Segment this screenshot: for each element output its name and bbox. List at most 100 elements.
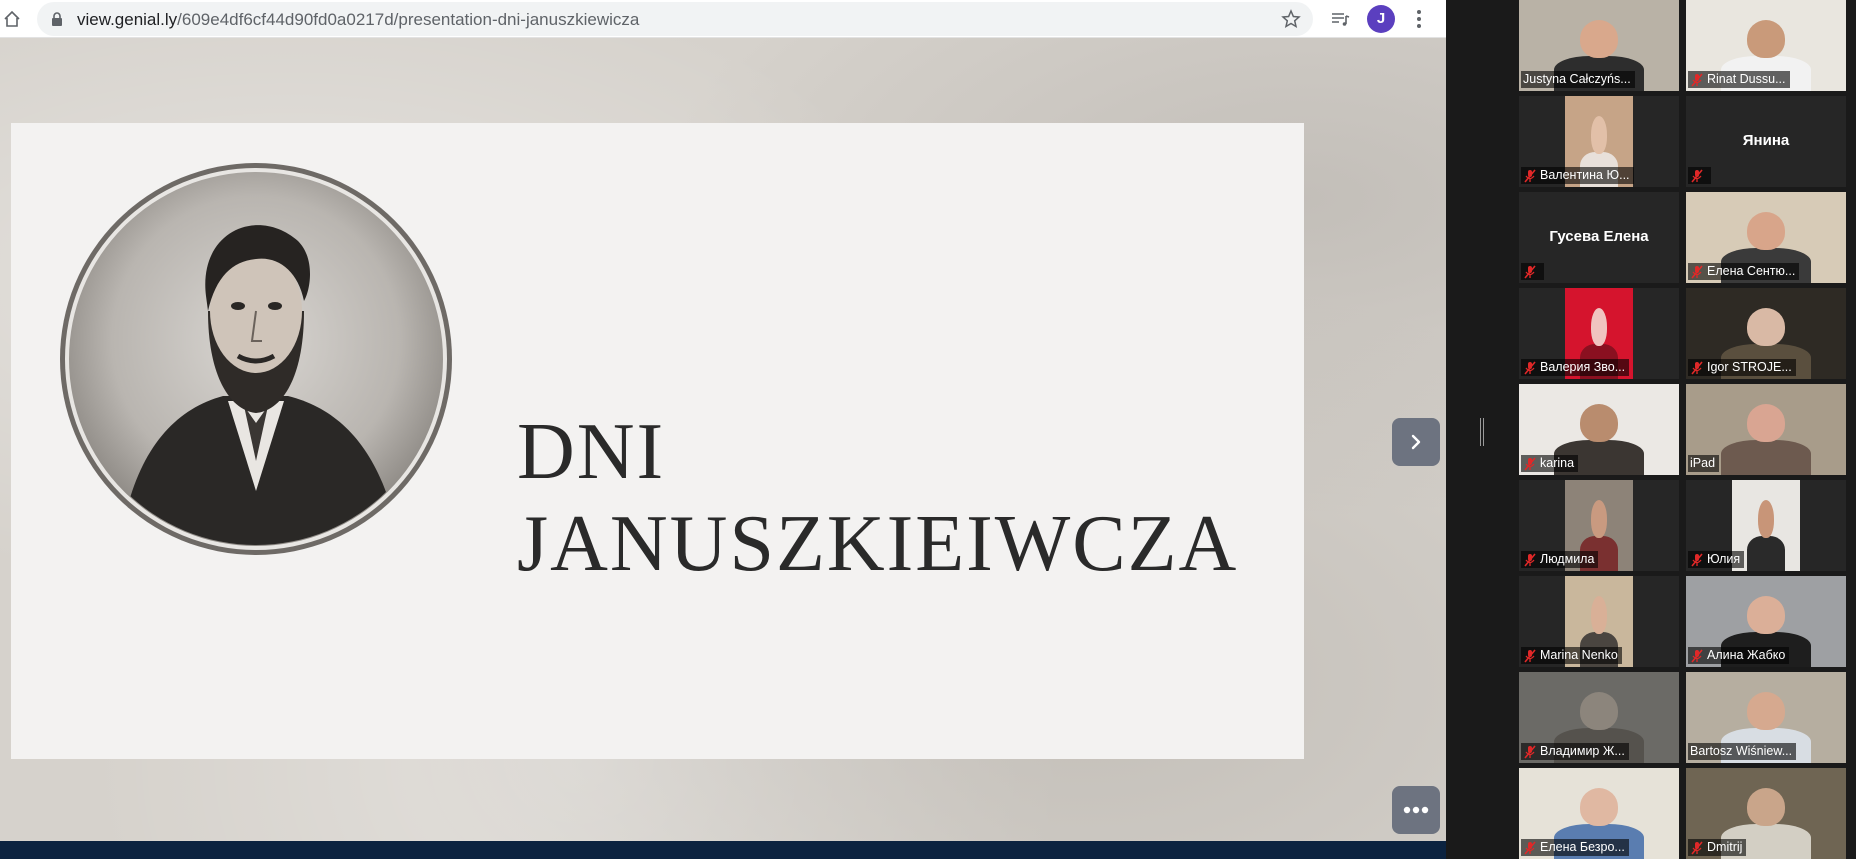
participant-name-bar: Marina Nenko — [1521, 647, 1622, 664]
shared-screen: view.genial.ly/609e4df6cf44d90fd0a0217d/… — [0, 0, 1446, 859]
participant-tile[interactable]: Dmitrij — [1686, 768, 1846, 859]
participant-name: Владимир Ж... — [1540, 744, 1625, 758]
participant-name-bar: Justyna Całczyńs... — [1521, 71, 1635, 88]
participant-tile[interactable]: Людмила — [1519, 480, 1679, 571]
participant-head — [1579, 692, 1619, 731]
participant-name: Валентина Ю... — [1540, 168, 1630, 182]
participant-name: Dmitrij — [1707, 840, 1743, 854]
participant-head — [1746, 596, 1786, 635]
participant-tile[interactable]: Валентина Ю... — [1519, 96, 1679, 187]
participant-name-bar: Людмила — [1521, 551, 1599, 568]
url-path: /609e4df6cf44d90fd0a0217d/presentation-d… — [177, 10, 640, 29]
taskbar-strip — [0, 841, 1446, 859]
participant-tile[interactable]: Елена Безро... — [1519, 768, 1679, 859]
participant-tile[interactable]: karina — [1519, 384, 1679, 475]
participant-tile[interactable]: Юлия — [1686, 480, 1846, 571]
media-control-icon[interactable] — [1330, 9, 1350, 29]
participant-tile[interactable]: Igor STROJE... — [1686, 288, 1846, 379]
participant-head — [1757, 500, 1775, 539]
participant-name: Людмила — [1540, 552, 1595, 566]
participant-name-bar: Dmitrij — [1688, 839, 1747, 856]
slide-title-line-1: DNI — [517, 408, 666, 496]
mic-muted-icon — [1524, 840, 1536, 855]
mic-muted-icon — [1524, 360, 1536, 375]
participant-tile[interactable]: Янина — [1686, 96, 1846, 187]
mic-muted-icon — [1691, 168, 1703, 183]
participant-name-bar: karina — [1521, 455, 1579, 472]
lock-icon — [52, 12, 62, 26]
participant-name-bar: Юлия — [1688, 551, 1745, 568]
slide: DNI JANUSZKIEIWCZA — [11, 123, 1304, 759]
participant-name-bar: Алина Жабко — [1688, 647, 1790, 664]
participant-name: Елена Безро... — [1540, 840, 1625, 854]
mic-muted-icon — [1524, 456, 1536, 471]
participant-name: Алина Жабко — [1707, 648, 1786, 662]
participant-name-bar — [1688, 167, 1711, 184]
participant-tile[interactable]: Marina Nenko — [1519, 576, 1679, 667]
participant-tile[interactable]: Rinat Dussu... — [1686, 0, 1846, 91]
participant-head — [1579, 788, 1619, 827]
participant-tile[interactable]: Bartosz Wiśniew... — [1686, 672, 1846, 763]
profile-avatar[interactable]: J — [1367, 5, 1395, 33]
url-host: view.genial.ly — [77, 10, 178, 29]
participant-display-name: Янина — [1742, 132, 1790, 149]
participant-head — [1746, 692, 1786, 731]
participant-tile[interactable]: Валерия Зво... — [1519, 288, 1679, 379]
url-text[interactable]: view.genial.ly/609e4df6cf44d90fd0a0217d/… — [77, 10, 639, 30]
participant-name-bar — [1521, 263, 1544, 280]
options-button[interactable] — [1392, 786, 1440, 834]
mic-muted-icon — [1691, 552, 1703, 567]
participant-name-bar: Bartosz Wiśniew... — [1688, 743, 1797, 760]
participant-name-bar: Владимир Ж... — [1521, 743, 1629, 760]
mic-muted-icon — [1691, 360, 1703, 375]
mic-muted-icon — [1524, 264, 1536, 279]
participant-head — [1590, 596, 1608, 635]
participant-head — [1746, 308, 1786, 347]
kebab-menu-icon[interactable] — [1412, 8, 1426, 30]
portrait-medallion — [60, 163, 452, 555]
star-icon[interactable] — [1281, 9, 1301, 29]
mic-muted-icon — [1691, 264, 1703, 279]
participant-gallery: Justyna Całczyńs... Rinat Dussu... Валенти… — [1518, 0, 1856, 859]
participant-name-bar: Rinat Dussu... — [1688, 71, 1790, 88]
participant-head — [1590, 116, 1608, 155]
participant-name: Bartosz Wiśniew... — [1690, 744, 1793, 758]
splitter-handle[interactable] — [1480, 418, 1484, 446]
participant-tile[interactable]: Елена Сентю... — [1686, 192, 1846, 283]
next-slide-button[interactable] — [1392, 418, 1440, 466]
mic-muted-icon — [1691, 72, 1703, 87]
browser-toolbar: view.genial.ly/609e4df6cf44d90fd0a0217d/… — [0, 0, 1446, 38]
participant-head — [1590, 308, 1608, 347]
participant-head — [1590, 500, 1608, 539]
participant-name-bar: Валерия Зво... — [1521, 359, 1630, 376]
participant-head — [1579, 20, 1619, 59]
participant-name-bar: Igor STROJE... — [1688, 359, 1796, 376]
participant-head — [1746, 212, 1786, 251]
participant-tile[interactable]: Алина Жабко — [1686, 576, 1846, 667]
address-bar[interactable]: view.genial.ly/609e4df6cf44d90fd0a0217d/… — [37, 2, 1313, 36]
participant-head — [1746, 404, 1786, 443]
panel-splitter — [1446, 0, 1518, 859]
participant-name: Justyna Całczyńs... — [1523, 72, 1631, 86]
mic-muted-icon — [1524, 168, 1536, 183]
participant-body — [1746, 536, 1786, 571]
participant-tile[interactable]: Гусева Елена — [1519, 192, 1679, 283]
mic-muted-icon — [1691, 840, 1703, 855]
participant-tile[interactable]: iPad — [1686, 384, 1846, 475]
participant-name: Marina Nenko — [1540, 648, 1618, 662]
participant-name: Елена Сентю... — [1707, 264, 1796, 278]
participant-tile[interactable]: Justyna Całczyńs... — [1519, 0, 1679, 91]
participant-name-bar: Валентина Ю... — [1521, 167, 1634, 184]
participant-head — [1746, 20, 1786, 59]
more-dots-icon — [1403, 806, 1429, 814]
participant-name: Юлия — [1707, 552, 1741, 566]
home-icon[interactable] — [2, 9, 22, 29]
participant-name-bar: Елена Сентю... — [1688, 263, 1800, 280]
mic-muted-icon — [1524, 744, 1536, 759]
participant-tile[interactable]: Владимир Ж... — [1519, 672, 1679, 763]
participant-name: Валерия Зво... — [1540, 360, 1626, 374]
slide-title-line-2: JANUSZKIEIWCZA — [517, 500, 1239, 588]
participant-head — [1579, 404, 1619, 443]
mic-muted-icon — [1524, 552, 1536, 567]
participant-name: karina — [1540, 456, 1575, 470]
